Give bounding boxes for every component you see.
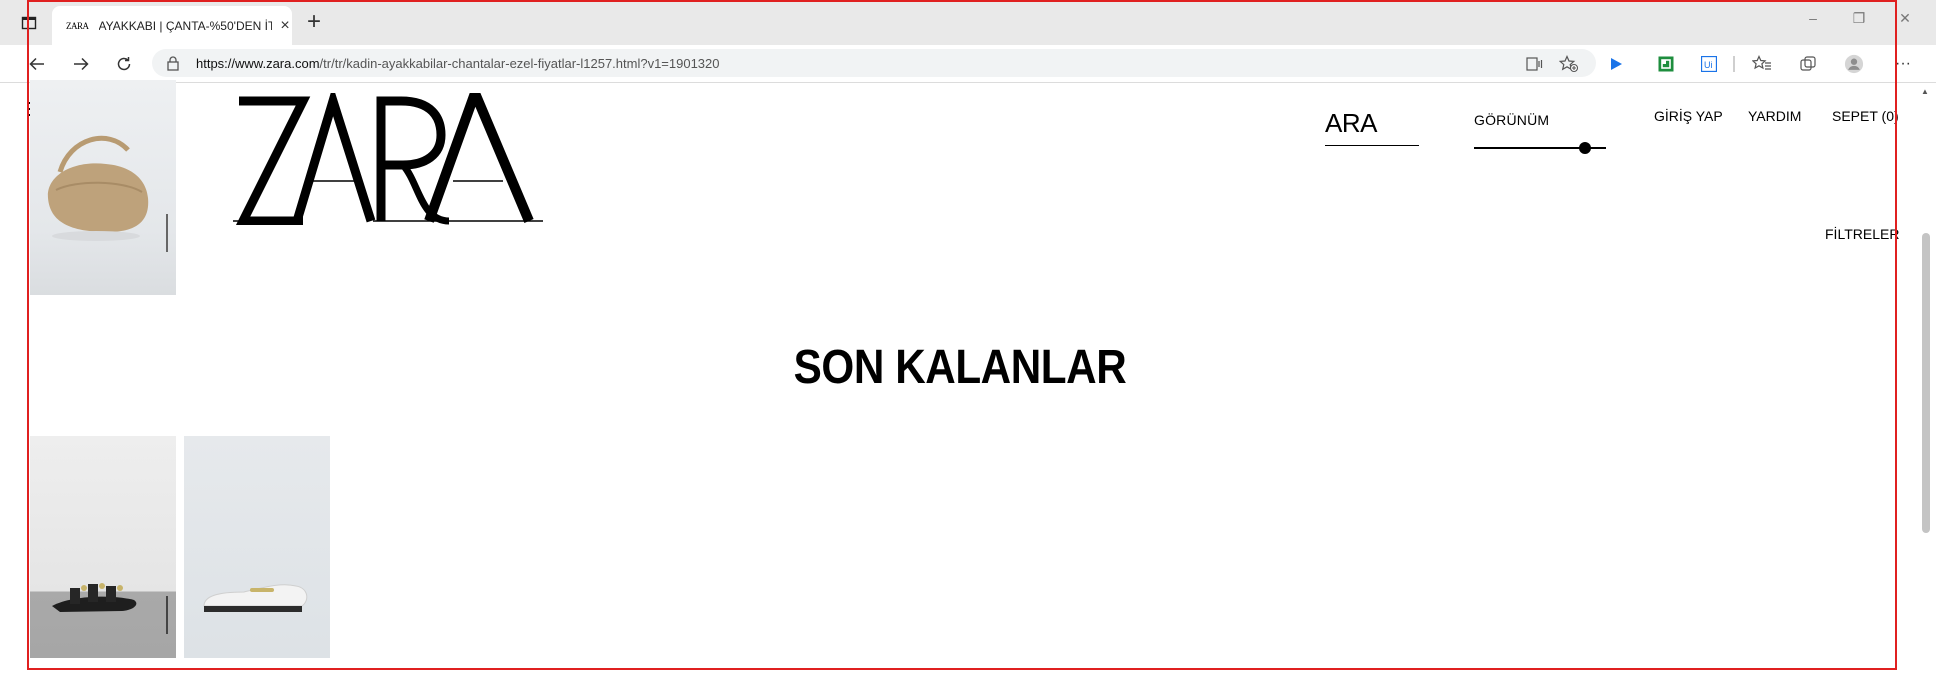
play-extension-icon[interactable] — [1606, 54, 1626, 74]
window-close-button[interactable]: ✕ — [1895, 10, 1915, 27]
page-scrollbar[interactable]: ▲ — [1916, 83, 1936, 690]
profile-icon[interactable] — [1844, 54, 1864, 74]
forward-icon[interactable] — [68, 51, 94, 77]
zara-logo[interactable] — [233, 79, 543, 226]
view-label: GÖRÜNÜM — [1474, 112, 1550, 128]
uipath-extension-icon[interactable]: Ui — [1699, 54, 1719, 74]
filters-button[interactable]: FİLTRELER — [1825, 226, 1899, 242]
section-heading: SON KALANLAR — [793, 341, 1127, 394]
product-image-sandal[interactable] — [30, 436, 176, 658]
view-slider[interactable] — [1474, 142, 1606, 154]
address-bar[interactable]: https://www.zara.com/tr/tr/kadin-ayakkab… — [152, 49, 1596, 77]
tab-actions-icon[interactable] — [18, 12, 40, 34]
tab-close-icon[interactable]: × — [278, 17, 292, 35]
browser-tab-bar: ZARA AYAKKABI | ÇANTA-%50'DEN İTİBAREN ×… — [0, 0, 1936, 45]
svg-text:Ui: Ui — [1704, 60, 1713, 70]
cart-link[interactable]: SEPET (0) — [1832, 108, 1899, 124]
more-menu-button[interactable]: ··· — [1893, 54, 1913, 74]
product-image-bag[interactable] — [30, 80, 176, 295]
new-tab-button[interactable]: + — [302, 10, 326, 34]
collections-icon[interactable] — [1798, 54, 1818, 74]
product-image-loafer[interactable] — [184, 436, 330, 658]
add-favorite-icon[interactable] — [1559, 54, 1579, 74]
lock-icon[interactable] — [166, 55, 184, 71]
url-host: https://www.zara.com — [196, 55, 320, 71]
url-path: /tr/tr/kadin-ayakkabilar-chantalar-ezel-… — [319, 55, 720, 71]
read-aloud-icon[interactable] — [1525, 54, 1545, 74]
url-text: https://www.zara.com/tr/tr/kadin-ayakkab… — [196, 56, 720, 71]
zara-favicon-icon: ZARA — [66, 20, 89, 31]
toolbar-divider — [1733, 56, 1735, 72]
browser-tab[interactable]: ZARA AYAKKABI | ÇANTA-%50'DEN İTİBAREN × — [52, 6, 292, 45]
minimize-button[interactable]: – — [1803, 10, 1823, 26]
green-extension-icon[interactable] — [1656, 54, 1676, 74]
browser-toolbar: https://www.zara.com/tr/tr/kadin-ayakkab… — [0, 45, 1936, 83]
help-link[interactable]: YARDIM — [1748, 108, 1801, 124]
view-slider-knob[interactable] — [1579, 142, 1591, 154]
restore-button[interactable]: ❐ — [1849, 10, 1869, 27]
back-icon[interactable] — [24, 51, 50, 77]
refresh-icon[interactable] — [111, 51, 137, 77]
tab-title: AYAKKABI | ÇANTA-%50'DEN İTİBAREN — [98, 18, 273, 33]
login-link[interactable]: GİRİŞ YAP — [1654, 108, 1723, 124]
scrollbar-thumb[interactable] — [1922, 233, 1930, 533]
favorites-icon[interactable] — [1752, 54, 1772, 74]
search-link[interactable]: ARA — [1325, 108, 1419, 146]
scroll-up-icon[interactable]: ▲ — [1921, 87, 1929, 96]
